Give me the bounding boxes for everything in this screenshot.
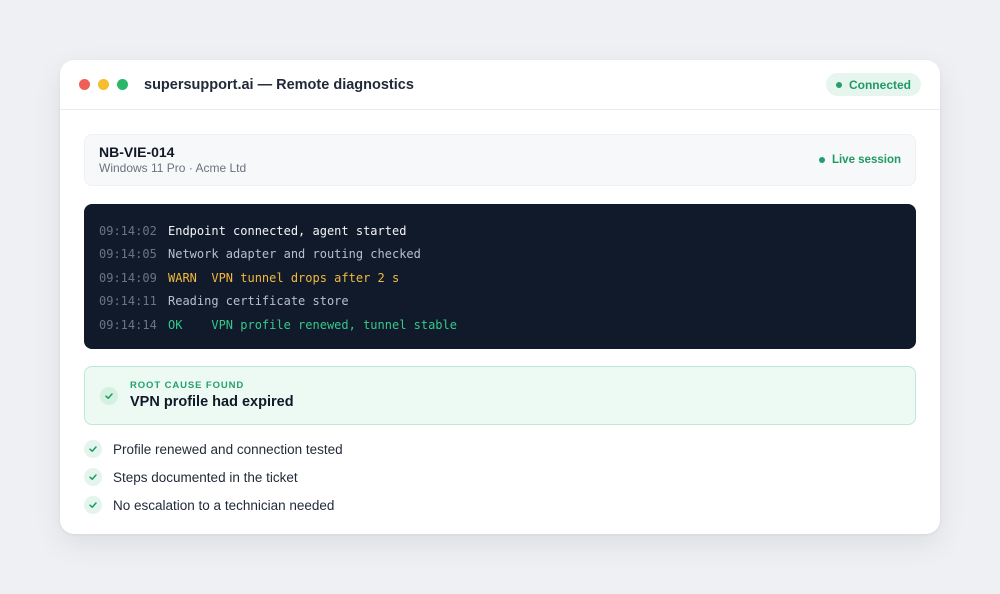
- window-controls: [79, 79, 128, 90]
- resolution-steps: Profile renewed and connection tested St…: [84, 435, 916, 519]
- check-icon: [84, 440, 102, 458]
- title-bar: supersupport.ai — Remote diagnostics Con…: [60, 60, 940, 110]
- log-timestamp: 09:14:14: [99, 317, 157, 332]
- device-card: NB-VIE-014 Windows 11 Pro · Acme Ltd Liv…: [84, 134, 916, 186]
- step-text: Profile renewed and connection tested: [113, 441, 343, 457]
- log-line: 09:14:02 Endpoint connected, agent start…: [99, 219, 901, 243]
- maximize-dot-icon[interactable]: [117, 79, 128, 90]
- log-message: Network adapter and routing checked: [168, 247, 421, 262]
- live-session-label: Live session: [831, 154, 901, 166]
- minimize-dot-icon[interactable]: [98, 79, 109, 90]
- log-timestamp: 09:14:05: [99, 247, 157, 262]
- connection-status-label: Connected: [848, 77, 911, 92]
- check-icon: [84, 496, 102, 514]
- log-timestamp: 09:14:11: [99, 294, 157, 309]
- check-icon: [100, 386, 118, 405]
- device-name: NB-VIE-014: [99, 144, 175, 160]
- log-message: Reading certificate store: [168, 294, 349, 309]
- live-dot-icon: [818, 157, 825, 163]
- log-timestamp: 09:14:02: [99, 223, 157, 238]
- list-item: Steps documented in the ticket: [84, 463, 916, 491]
- list-item: No escalation to a technician needed: [84, 491, 916, 519]
- root-cause-card: ROOT CAUSE FOUND VPN profile had expired: [84, 366, 916, 425]
- check-icon: [84, 468, 102, 486]
- root-cause-title: VPN profile had expired: [130, 394, 294, 410]
- live-session-indicator: Live session: [818, 154, 901, 166]
- log-message: Endpoint connected, agent started: [168, 223, 407, 238]
- log-line: 09:14:09 WARN VPN tunnel drops after 2 s: [99, 266, 901, 290]
- log-message-ok: OK VPN profile renewed, tunnel stable: [168, 317, 457, 332]
- log-line: 09:14:14 OK VPN profile renewed, tunnel …: [99, 313, 901, 337]
- close-dot-icon[interactable]: [79, 79, 90, 90]
- log-line: 09:14:05 Network adapter and routing che…: [99, 243, 901, 267]
- log-message-warn: WARN VPN tunnel drops after 2 s: [168, 270, 400, 285]
- main-content: NB-VIE-014 Windows 11 Pro · Acme Ltd Liv…: [60, 110, 940, 519]
- log-timestamp: 09:14:09: [99, 270, 157, 285]
- step-text: Steps documented in the ticket: [113, 469, 298, 485]
- log-terminal: 09:14:02 Endpoint connected, agent start…: [84, 204, 916, 349]
- device-subtitle: Windows 11 Pro · Acme Ltd: [99, 161, 247, 175]
- window-title: supersupport.ai — Remote diagnostics: [144, 76, 414, 93]
- step-text: No escalation to a technician needed: [113, 497, 335, 513]
- log-line: 09:14:11 Reading certificate store: [99, 290, 901, 314]
- connection-status-badge: Connected: [825, 73, 921, 96]
- root-cause-label: ROOT CAUSE FOUND: [130, 380, 245, 391]
- list-item: Profile renewed and connection tested: [84, 435, 916, 463]
- diagnostics-window: supersupport.ai — Remote diagnostics Con…: [60, 60, 940, 534]
- status-dot-icon: [835, 81, 842, 88]
